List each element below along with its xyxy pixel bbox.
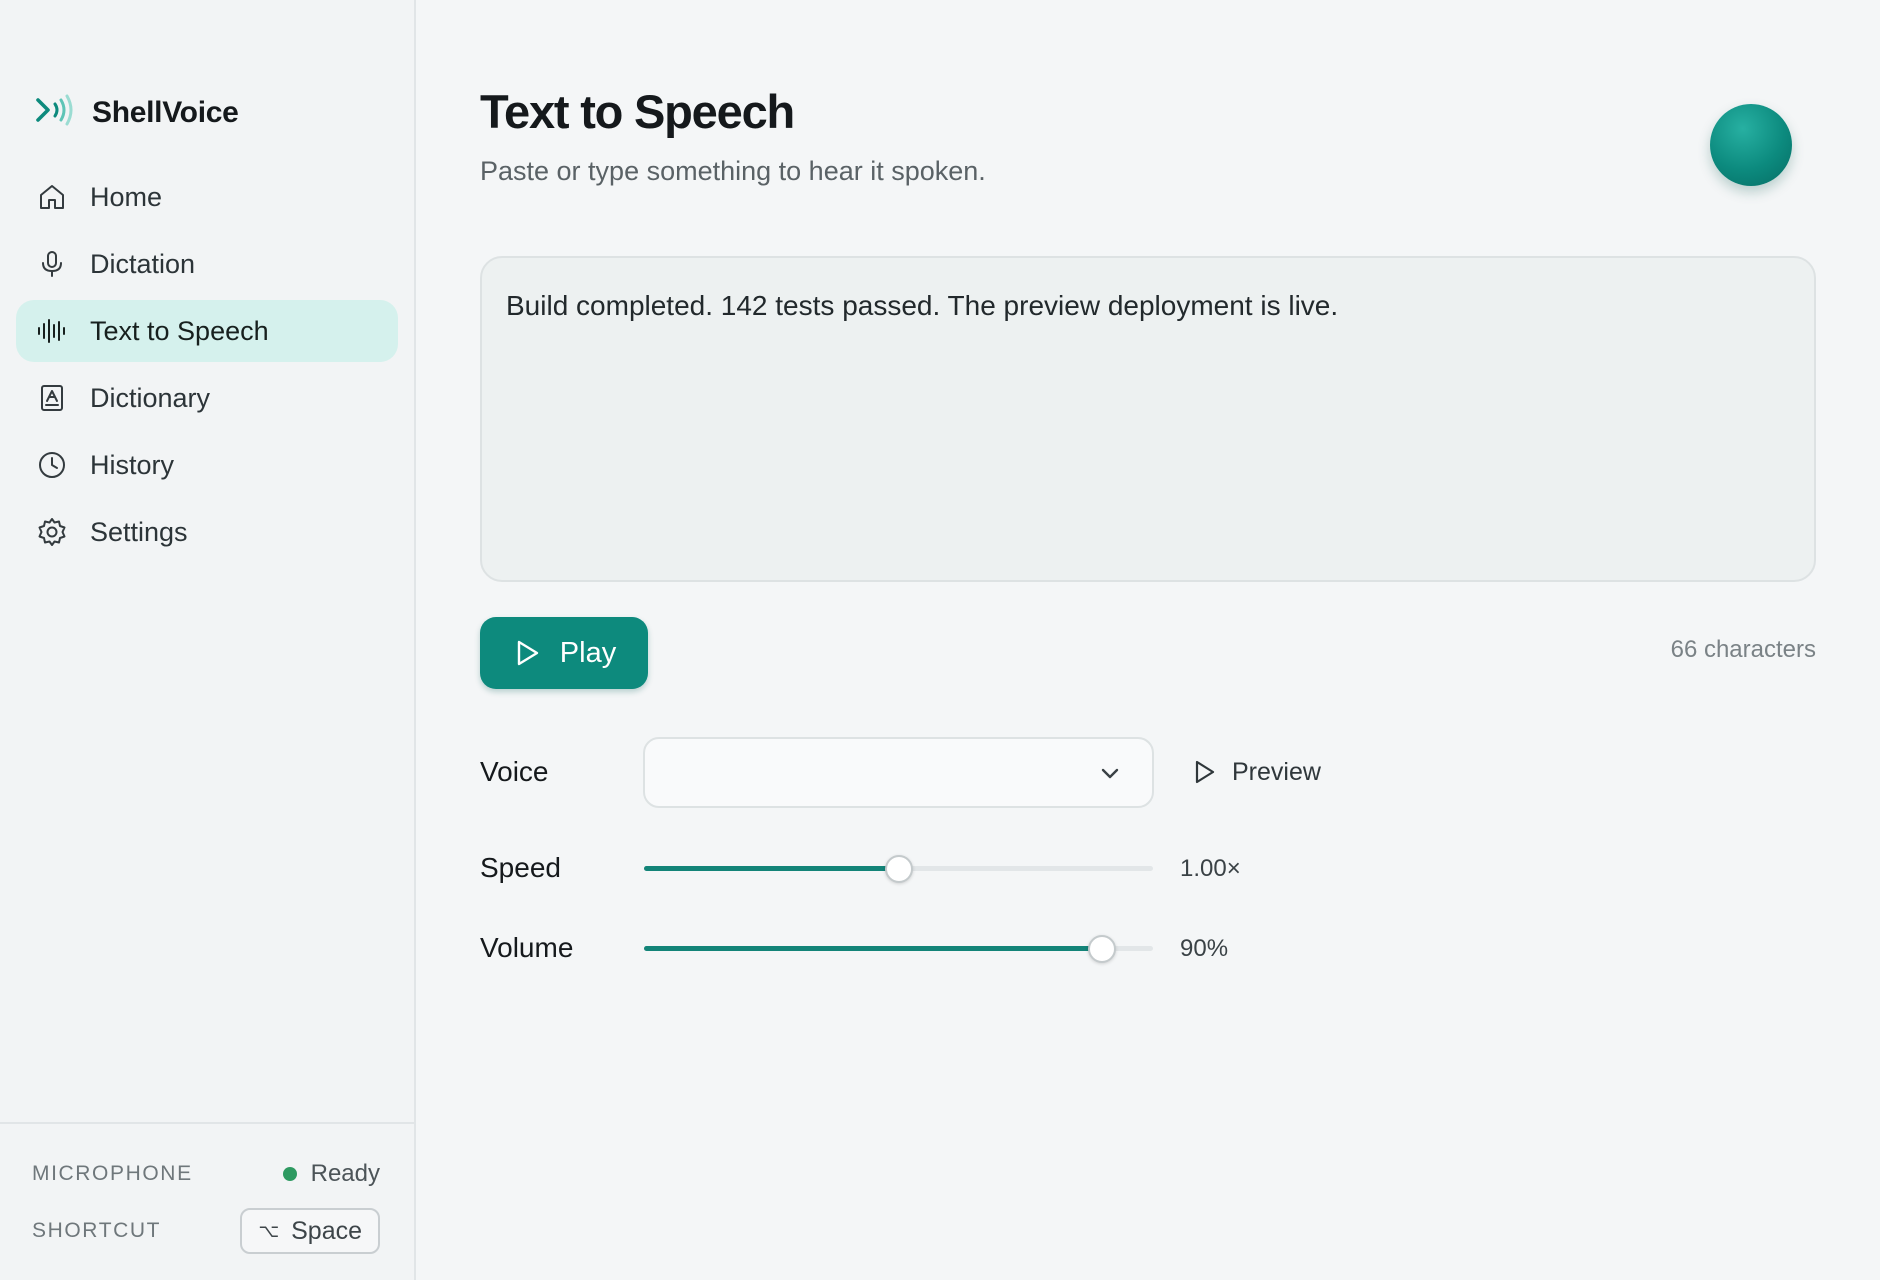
app-name: ShellVoice bbox=[92, 95, 239, 129]
voice-orb-indicator bbox=[1710, 104, 1792, 186]
clock-icon bbox=[36, 449, 68, 481]
sidebar-item-home[interactable]: Home bbox=[16, 166, 398, 228]
slider-fill bbox=[644, 866, 899, 871]
preview-label: Preview bbox=[1232, 757, 1321, 786]
play-icon bbox=[1195, 760, 1215, 784]
status-badge: Ready bbox=[282, 1160, 380, 1188]
home-icon bbox=[36, 181, 68, 213]
brand: ShellVoice bbox=[34, 90, 239, 135]
sidebar-item-label: History bbox=[90, 449, 175, 480]
microphone-icon bbox=[36, 248, 68, 280]
page-title: Text to Speech bbox=[480, 85, 795, 138]
sidebar-item-history[interactable]: History bbox=[16, 434, 398, 496]
waveform-icon bbox=[36, 315, 68, 347]
status-dot-icon bbox=[282, 1167, 297, 1181]
shortcut-row: SHORTCUT ⌥ Space bbox=[32, 1208, 380, 1254]
play-button-label: Play bbox=[559, 636, 617, 669]
main-content: Text to Speech Paste or type something t… bbox=[418, 0, 1880, 1280]
play-icon bbox=[517, 640, 538, 666]
sidebar-item-text-to-speech[interactable]: Text to Speech bbox=[16, 300, 398, 362]
text-input[interactable]: Build completed. 142 tests passed. The p… bbox=[480, 256, 1816, 582]
volume-slider[interactable] bbox=[644, 931, 1153, 965]
microphone-label: MICROPHONE bbox=[32, 1162, 193, 1185]
character-count: 66 characters bbox=[1670, 636, 1816, 663]
page-subtitle: Paste or type something to hear it spoke… bbox=[480, 156, 986, 186]
sidebar-item-label: Dictionary bbox=[90, 382, 211, 413]
sidebar-footer: MICROPHONE Ready SHORTCUT ⌥ Space bbox=[0, 1122, 414, 1280]
shortcut-label: SHORTCUT bbox=[32, 1219, 162, 1242]
status-text: Ready bbox=[310, 1160, 380, 1187]
preview-voice-button[interactable]: Preview bbox=[1190, 750, 1321, 794]
speed-value: 1.00× bbox=[1180, 855, 1241, 882]
logo-icon bbox=[34, 90, 76, 135]
sidebar-item-dictation[interactable]: Dictation bbox=[16, 233, 398, 295]
speed-label: Speed bbox=[480, 852, 561, 883]
sidebar-item-dictionary[interactable]: Dictionary bbox=[16, 367, 398, 429]
volume-label: Volume bbox=[480, 932, 574, 963]
voice-select[interactable] bbox=[643, 737, 1154, 808]
microphone-status-row: MICROPHONE Ready bbox=[32, 1160, 380, 1188]
chevron-down-icon bbox=[1098, 761, 1122, 785]
volume-value: 90% bbox=[1180, 935, 1229, 962]
sidebar-item-label: Settings bbox=[90, 516, 188, 547]
shortcut-key-text: Space bbox=[291, 1216, 362, 1245]
slider-fill bbox=[644, 946, 1103, 951]
speed-slider[interactable] bbox=[644, 851, 1153, 885]
shortcut-key-badge[interactable]: ⌥ Space bbox=[240, 1208, 380, 1254]
sidebar-nav: Home Dictation Text to Speech Dictionary… bbox=[16, 166, 398, 568]
play-button[interactable]: Play bbox=[480, 617, 648, 689]
sidebar: ShellVoice Home Dictation Text to Speech… bbox=[0, 0, 416, 1280]
sidebar-item-label: Home bbox=[90, 181, 163, 212]
gear-icon bbox=[36, 516, 68, 548]
voice-label: Voice bbox=[480, 756, 549, 787]
book-icon bbox=[36, 382, 68, 414]
slider-thumb[interactable] bbox=[884, 855, 913, 883]
sidebar-item-settings[interactable]: Settings bbox=[16, 501, 398, 563]
slider-thumb[interactable] bbox=[1088, 935, 1117, 963]
sidebar-item-label: Text to Speech bbox=[90, 315, 269, 346]
option-key-icon: ⌥ bbox=[258, 1220, 280, 1241]
sidebar-item-label: Dictation bbox=[90, 248, 196, 279]
